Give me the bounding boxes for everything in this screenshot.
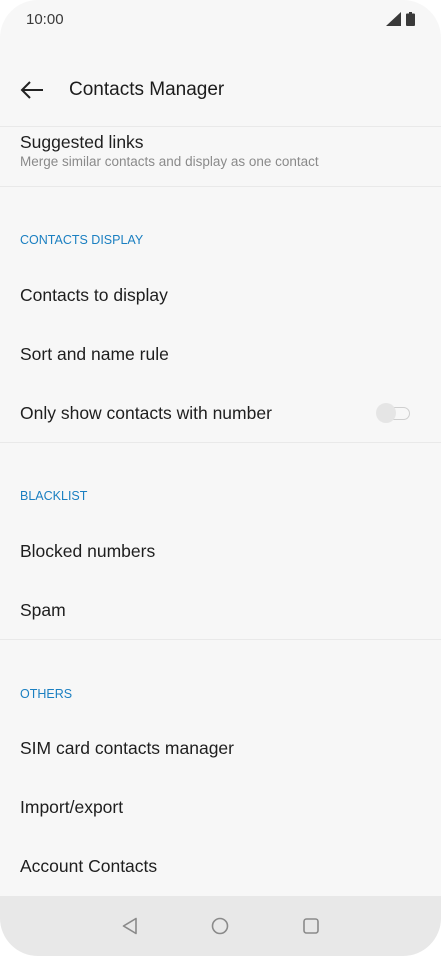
only-show-with-number-label: Only show contacts with number [20,403,272,423]
divider [0,186,441,187]
toggle-thumb [376,403,396,423]
import-export-item[interactable]: Import/export [0,778,441,837]
triangle-back-icon [122,917,137,935]
divider [0,442,441,443]
account-contacts-item[interactable]: Account Contacts [0,837,441,896]
section-header-blacklist: BLACKLIST [20,489,88,503]
spam-item[interactable]: Spam [0,581,441,639]
sort-and-name-rule-label: Sort and name rule [20,344,169,364]
battery-icon [406,12,415,26]
status-icons [386,12,415,26]
only-show-with-number-item[interactable]: Only show contacts with number [0,384,441,442]
section-header-contacts-display: CONTACTS DISPLAY [20,233,144,247]
navigation-bar [0,896,441,956]
divider [0,639,441,640]
status-time: 10:00 [26,11,64,28]
blocked-numbers-label: Blocked numbers [20,541,156,561]
suggested-links-item[interactable]: Suggested links Merge similar contacts a… [0,127,441,186]
page-title: Contacts Manager [69,79,225,100]
spam-label: Spam [20,600,66,620]
sim-card-contacts-manager-label: SIM card contacts manager [20,738,234,758]
square-recents-icon [303,918,319,934]
import-export-label: Import/export [20,797,124,817]
settings-list[interactable]: Suggested links Merge similar contacts a… [0,127,441,896]
contacts-to-display-label: Contacts to display [20,285,168,305]
account-contacts-label: Account Contacts [20,856,158,876]
section-header-others: OTHERS [20,687,73,701]
contacts-to-display-item[interactable]: Contacts to display [0,266,441,325]
arrow-left-icon [20,81,43,99]
suggested-links-subtitle: Merge similar contacts and display as on… [20,154,319,169]
phone-screen: 10:00 Contacts Manager Suggested links M… [0,0,441,956]
nav-back-button[interactable] [116,912,144,940]
sort-and-name-rule-item[interactable]: Sort and name rule [0,325,441,384]
nav-home-button[interactable] [206,912,234,940]
signal-icon [386,12,401,26]
app-bar: Contacts Manager [0,64,441,116]
nav-recents-button[interactable] [297,912,325,940]
sim-card-contacts-manager-item[interactable]: SIM card contacts manager [0,719,441,778]
blocked-numbers-item[interactable]: Blocked numbers [0,522,441,581]
suggested-links-title: Suggested links [20,132,144,152]
circle-home-icon [211,917,229,935]
status-bar: 10:00 [0,0,441,40]
back-button[interactable] [14,72,50,108]
only-show-with-number-toggle[interactable] [376,403,410,423]
